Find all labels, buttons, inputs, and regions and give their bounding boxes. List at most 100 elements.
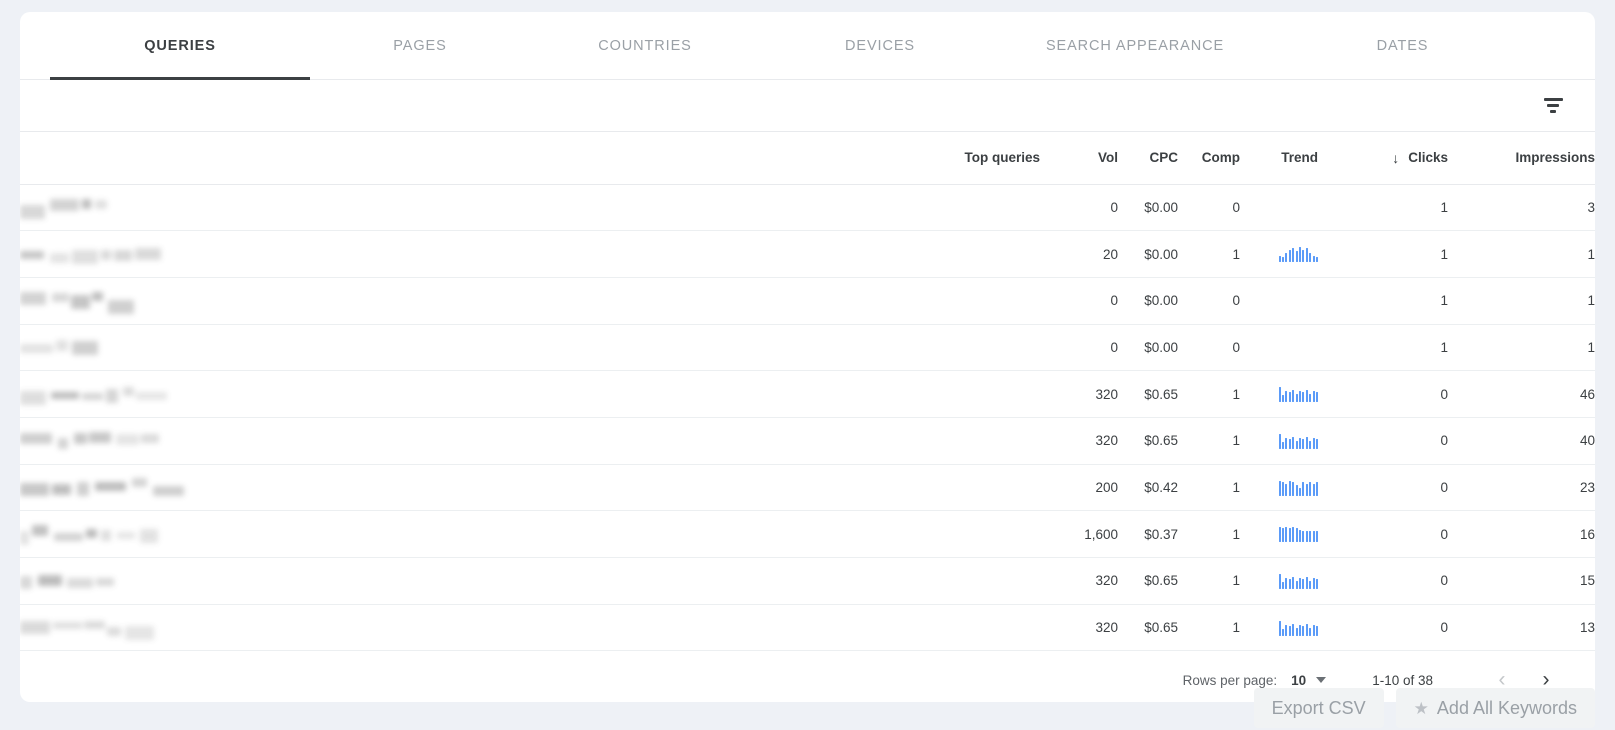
cell-impressions[interactable]: 1 (1448, 230, 1595, 278)
cell-impressions[interactable]: 15 (1448, 557, 1595, 605)
cell-query[interactable] (20, 510, 1040, 558)
cell-impressions[interactable]: 40 (1448, 417, 1595, 465)
cell-query[interactable] (20, 604, 1040, 652)
column-header-vol[interactable]: Vol (1040, 132, 1118, 185)
trend-sparkline (1278, 573, 1318, 590)
report-card: QUERIES PAGES COUNTRIES DEVICES SEARCH A… (20, 12, 1595, 702)
cell-query[interactable] (20, 417, 1040, 465)
cell-trend (1240, 604, 1318, 652)
cell-clicks[interactable]: 0 (1318, 417, 1448, 465)
filter-bar-bottom (1550, 110, 1556, 113)
table-body: 0 $0.00 0 1 3 20 $0.00 1 1 1 0 $0.00 0 1 1 0 $0.00 0 1 1 320… (20, 184, 1595, 652)
cell-impressions[interactable]: 3 (1448, 184, 1595, 232)
tab-devices[interactable]: DEVICES (760, 12, 1000, 80)
column-header-trend[interactable]: Trend (1240, 132, 1318, 185)
cell-impressions[interactable]: 1 (1448, 277, 1595, 325)
redacted-query-text (20, 192, 1040, 222)
cell-vol: 320 (1040, 557, 1118, 605)
column-header-comp[interactable]: Comp (1178, 132, 1240, 185)
trend-sparkline (1278, 480, 1318, 496)
redacted-query-text (20, 566, 1040, 596)
table-row[interactable]: 1,600 $0.37 1 0 16 (20, 510, 1595, 558)
cell-impressions[interactable]: 16 (1448, 510, 1595, 558)
table-row[interactable]: 0 $0.00 0 1 1 (20, 324, 1595, 372)
cell-comp: 0 (1178, 184, 1240, 232)
redacted-query-text (20, 379, 1040, 409)
cell-comp: 1 (1178, 417, 1240, 465)
column-header-clicks[interactable]: ↓ Clicks (1318, 132, 1448, 185)
cell-cpc: $0.65 (1118, 604, 1178, 652)
column-header-impressions[interactable]: Impressions (1448, 132, 1595, 185)
cell-clicks[interactable]: 1 (1318, 230, 1448, 278)
cell-impressions[interactable]: 1 (1448, 324, 1595, 372)
filter-icon[interactable] (1537, 90, 1569, 122)
table-header: Top queries Vol CPC Comp Trend ↓ Clicks … (20, 132, 1595, 185)
cell-clicks[interactable]: 0 (1318, 370, 1448, 418)
trend-sparkline (1278, 386, 1318, 403)
cell-comp: 1 (1178, 604, 1240, 652)
cell-query[interactable] (20, 370, 1040, 418)
cell-query[interactable] (20, 324, 1040, 372)
tab-countries[interactable]: COUNTRIES (530, 12, 760, 80)
filter-bar-top (1543, 98, 1563, 101)
table-row[interactable]: 320 $0.65 1 0 40 (20, 417, 1595, 465)
cell-vol: 0 (1040, 277, 1118, 325)
cell-query[interactable] (20, 464, 1040, 512)
rows-per-page-label: Rows per page: (1182, 672, 1278, 688)
cell-query[interactable] (20, 277, 1040, 325)
add-all-keywords-button[interactable]: ★ Add All Keywords (1395, 688, 1595, 728)
cell-trend (1240, 230, 1318, 278)
table-row[interactable]: 0 $0.00 0 1 1 (20, 277, 1595, 325)
cell-vol: 320 (1040, 370, 1118, 418)
cell-clicks[interactable]: 1 (1318, 184, 1448, 232)
redacted-query-text (20, 519, 1040, 549)
cell-clicks[interactable]: 1 (1318, 324, 1448, 372)
cell-clicks[interactable]: 0 (1318, 464, 1448, 512)
tab-dates[interactable]: DATES (1270, 12, 1535, 80)
action-bar: Export CSV ★ Add All Keywords (0, 688, 1615, 730)
rows-per-page-value[interactable]: 10 (1291, 673, 1306, 688)
table-row[interactable]: 320 $0.65 1 0 13 (20, 604, 1595, 652)
tab-pages[interactable]: PAGES (310, 12, 530, 80)
table-row[interactable]: 320 $0.65 1 0 15 (20, 557, 1595, 605)
report-tabs: QUERIES PAGES COUNTRIES DEVICES SEARCH A… (20, 12, 1595, 80)
cell-vol: 0 (1040, 324, 1118, 372)
tab-search-appearance[interactable]: SEARCH APPEARANCE (1000, 12, 1270, 80)
cell-query[interactable] (20, 230, 1040, 278)
column-header-top-queries[interactable]: Top queries (20, 132, 1040, 185)
table-row[interactable]: 0 $0.00 0 1 3 (20, 184, 1595, 232)
queries-table: Top queries Vol CPC Comp Trend ↓ Clicks … (20, 132, 1595, 652)
cell-query[interactable] (20, 184, 1040, 232)
tab-queries[interactable]: QUERIES (50, 12, 310, 80)
cell-comp: 0 (1178, 324, 1240, 372)
redacted-query-text (20, 472, 1040, 502)
cell-impressions[interactable]: 13 (1448, 604, 1595, 652)
cell-vol: 1,600 (1040, 510, 1118, 558)
redacted-query-text (20, 613, 1040, 643)
column-header-cpc[interactable]: CPC (1118, 132, 1178, 185)
table-header-row: Top queries Vol CPC Comp Trend ↓ Clicks … (20, 132, 1595, 185)
redacted-query-text (20, 332, 1040, 362)
cell-comp: 1 (1178, 557, 1240, 605)
pagination-range: 1-10 of 38 (1372, 672, 1433, 688)
cell-cpc: $0.65 (1118, 370, 1178, 418)
chevron-down-icon[interactable] (1316, 677, 1327, 683)
export-csv-button[interactable]: Export CSV (1253, 688, 1384, 728)
table-row[interactable]: 320 $0.65 1 0 46 (20, 370, 1595, 418)
cell-clicks[interactable]: 0 (1318, 557, 1448, 605)
cell-comp: 1 (1178, 370, 1240, 418)
cell-vol: 200 (1040, 464, 1118, 512)
cell-comp: 1 (1178, 230, 1240, 278)
cell-clicks[interactable]: 1 (1318, 277, 1448, 325)
cell-clicks[interactable]: 0 (1318, 510, 1448, 558)
cell-trend (1240, 464, 1318, 512)
table-row[interactable]: 20 $0.00 1 1 1 (20, 230, 1595, 278)
cell-clicks[interactable]: 0 (1318, 604, 1448, 652)
cell-impressions[interactable]: 46 (1448, 370, 1595, 418)
cell-trend (1240, 324, 1318, 372)
cell-trend (1240, 370, 1318, 418)
cell-impressions[interactable]: 23 (1448, 464, 1595, 512)
table-row[interactable]: 200 $0.42 1 0 23 (20, 464, 1595, 512)
cell-query[interactable] (20, 557, 1040, 605)
cell-vol: 320 (1040, 604, 1118, 652)
